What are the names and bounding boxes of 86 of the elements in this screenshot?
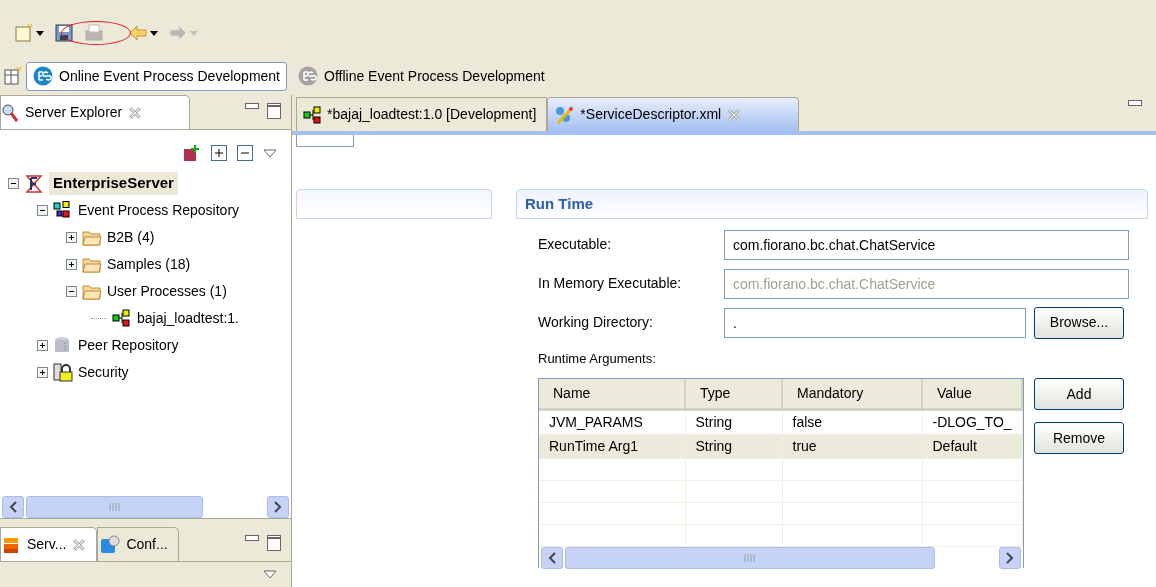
text-field[interactable]: . [724,307,1026,338]
maximize-icon[interactable] [267,103,281,119]
tree-toggle[interactable] [37,367,48,378]
right-arrow-icon [168,23,188,43]
table-cell: JVM_PARAMS [539,409,685,434]
minimize-icon[interactable] [245,103,259,111]
text-field[interactable]: com.fiorano.bc.chat.ChatService [724,229,1129,260]
maximize-icon[interactable] [267,535,281,551]
form-tab[interactable] [296,135,354,147]
field-label: Runtime Arguments: [538,350,656,369]
tree-item[interactable]: Event Process Repository [78,200,240,221]
back-button[interactable] [128,23,158,43]
caret-icon[interactable] [150,30,158,36]
perspective-tab[interactable]: Online Event Process Development [26,61,287,91]
minimize-icon[interactable] [1128,100,1142,109]
column-header[interactable]: Value [922,379,1022,409]
scroll-right-button[interactable] [267,496,289,518]
column-header[interactable]: Name [539,379,685,409]
left-arrow-icon [128,23,148,43]
tree-toggle[interactable] [37,205,48,216]
grip-icon [744,553,756,562]
view-tab[interactable]: Conf... [97,527,179,561]
perspective-tab[interactable]: Offline Event Process Development [291,61,552,91]
tree-toggle[interactable] [66,286,77,297]
stack-icon [3,535,21,554]
tree-item[interactable]: EnterpriseServer [49,172,178,195]
tree-item[interactable]: bajaj_loadtest:1. [137,308,239,329]
padlock-icon [53,362,73,383]
field-label: Executable: [538,235,613,254]
view-tab[interactable]: Serv... [0,527,98,561]
table-cell: true [782,434,922,458]
scrollbar-thumb[interactable] [26,496,203,518]
table-cell: String [685,434,782,458]
table-cell: String [685,409,782,434]
editor-tab[interactable]: *ServiceDescriptor.xml [547,97,800,131]
open-perspective-icon[interactable] [4,67,22,85]
magnifier-icon [1,102,19,123]
scroll-left-button[interactable] [541,546,563,569]
table-action-button[interactable]: Add [1034,378,1124,410]
scrollbar-thumb[interactable] [565,546,935,569]
printer-icon [84,23,104,43]
tree-toggle[interactable] [8,178,19,189]
gears-pencil-icon [554,104,575,125]
server-icon [24,173,44,194]
caret-icon[interactable] [36,30,44,36]
tree-item[interactable]: User Processes (1) [107,281,227,302]
repository-icon [53,200,73,221]
left-chevron-icon [9,501,17,513]
view-menu-icon[interactable] [263,148,277,158]
tree-item[interactable]: Peer Repository [78,335,179,356]
column-header[interactable]: Mandatory [782,379,922,409]
scroll-right-button[interactable] [999,546,1021,569]
tree-item[interactable]: Security [78,362,129,383]
grip-icon [108,503,121,511]
process-icon [303,105,321,124]
new-file-icon [14,23,34,43]
tree-item[interactable]: Samples (18) [107,254,191,275]
field-label: Working Directory: [538,313,654,332]
column-header[interactable]: Type [685,379,782,409]
table-cell: RunTime Arg1 [539,434,685,458]
browse-button[interactable]: Browse... [1034,306,1124,339]
table-cell: Default [922,434,1022,458]
expand-all-icon[interactable] [211,145,227,161]
view-menu-icon[interactable] [263,570,277,579]
es-logo-icon [298,66,318,86]
table-cell: false [782,409,922,434]
scroll-left-button[interactable] [2,496,24,518]
minimize-icon[interactable] [245,535,259,543]
tree-toggle[interactable] [37,340,48,351]
left-chevron-icon [548,551,556,564]
table-action-button[interactable]: Remove [1034,422,1124,454]
right-chevron-icon [1006,551,1014,564]
tree-toggle[interactable] [66,232,77,243]
process-icon [112,308,132,329]
right-chevron-icon [274,501,282,513]
tree-item[interactable]: B2B (4) [107,227,155,248]
collapse-all-icon[interactable] [237,145,253,161]
field-label: In Memory Executable: [538,274,683,293]
tree-toggle[interactable] [66,259,77,270]
table-cell: -DLOG_TO_ [922,409,1022,434]
section-title: Run Time [516,189,1148,219]
editor-tab[interactable]: *bajaj_loadtest:1.0 [Development] [296,97,548,131]
save-button[interactable] [54,23,74,43]
connect-icon[interactable] [181,143,201,163]
es-logo-icon [33,66,53,86]
new-button[interactable] [14,23,44,43]
